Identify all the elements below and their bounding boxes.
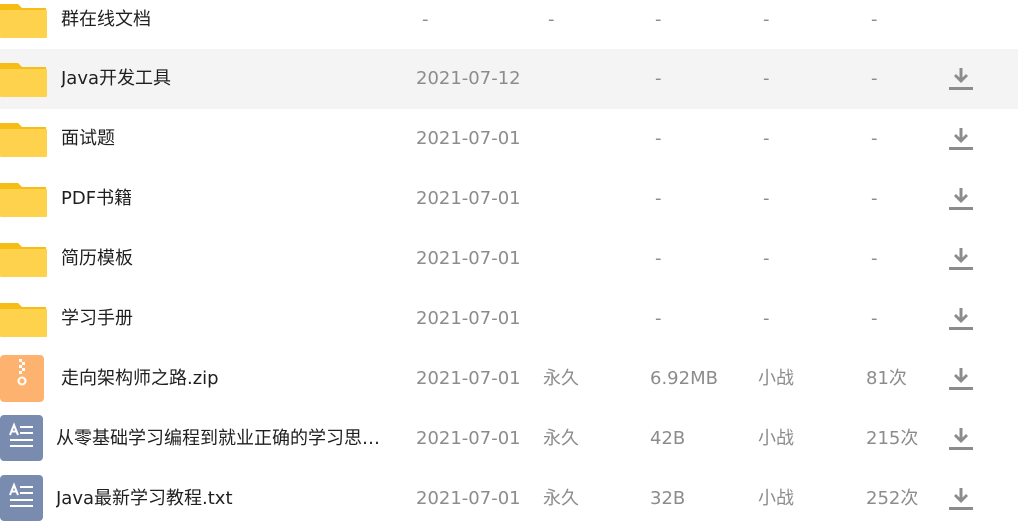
download-icon[interactable] [948,126,974,152]
owner-cell: - [763,308,770,329]
download-icon[interactable] [948,486,974,512]
date-cell: 2021-07-01 [416,368,521,389]
date-cell: 2021-07-01 [416,188,521,209]
zip-file-icon [0,355,44,402]
download-count-cell: - [871,248,878,269]
size-cell: - [655,188,662,209]
table-row[interactable]: 从零基础学习编程到就业正确的学习思… 2021-07-01 永久 42B 小战 … [0,409,1018,469]
table-row[interactable]: 走向架构师之路.zip 2021-07-01 永久 6.92MB 小战 81次 [0,349,1018,409]
txt-file-icon [0,475,43,521]
date-cell: 2021-07-01 [416,488,521,509]
download-count-cell: - [871,188,878,209]
download-count-cell: - [871,9,878,30]
table-row[interactable]: Java开发工具 2021-07-12 - - - [0,49,1018,109]
download-icon[interactable] [948,186,974,212]
file-name[interactable]: 学习手册 [61,289,133,349]
download-count-cell: - [871,128,878,149]
owner-cell: - [763,128,770,149]
download-count-cell: - [871,308,878,329]
file-name[interactable]: Java开发工具 [61,49,171,109]
download-icon[interactable] [948,246,974,272]
owner-cell: - [763,188,770,209]
txt-file-icon [0,415,43,461]
size-cell: 42B [650,428,686,449]
table-row[interactable]: 群在线文档 - - - - - [0,0,1018,50]
folder-icon [0,183,47,217]
size-cell: - [655,308,662,329]
table-row[interactable]: 简历模板 2021-07-01 - - - [0,229,1018,289]
file-name[interactable]: Java最新学习教程.txt [56,469,233,529]
download-count-cell: - [871,68,878,89]
download-count-cell: 215次 [866,428,919,449]
size-cell: - [655,68,662,89]
owner-cell: - [763,248,770,269]
date-cell: 2021-07-01 [416,308,521,329]
file-list: 群在线文档 - - - - - Java开发工具 2021-07-12 - - … [0,0,1018,529]
table-row[interactable]: 学习手册 2021-07-01 - - - [0,289,1018,349]
size-cell: - [655,248,662,269]
table-row[interactable]: Java最新学习教程.txt 2021-07-01 永久 32B 小战 252次 [0,469,1018,529]
expire-cell: 永久 [543,428,579,449]
date-cell: 2021-07-01 [416,428,521,449]
file-name[interactable]: 简历模板 [61,229,133,289]
download-icon[interactable] [948,366,974,392]
folder-icon [0,63,47,97]
folder-icon [0,243,47,277]
table-row[interactable]: 面试题 2021-07-01 - - - [0,109,1018,169]
file-name[interactable]: 群在线文档 [61,0,151,50]
folder-icon [0,4,47,38]
download-icon[interactable] [948,426,974,452]
size-cell: - [655,128,662,149]
size-cell: 32B [650,488,686,509]
folder-icon [0,123,47,157]
owner-cell: 小战 [758,368,794,389]
file-name[interactable]: PDF书籍 [61,169,132,229]
table-row[interactable]: PDF书籍 2021-07-01 - - - [0,169,1018,229]
file-name[interactable]: 走向架构师之路.zip [61,349,219,409]
expire-cell: - [548,9,555,30]
owner-cell: 小战 [758,488,794,509]
owner-cell: - [763,68,770,89]
date-cell: 2021-07-12 [416,68,521,89]
download-icon[interactable] [948,66,974,92]
download-count-cell: 252次 [866,488,919,509]
date-cell: 2021-07-01 [416,128,521,149]
owner-cell: 小战 [758,428,794,449]
owner-cell: - [763,9,770,30]
file-name[interactable]: 面试题 [61,109,115,169]
download-count-cell: 81次 [866,368,907,389]
folder-icon [0,303,47,337]
file-name[interactable]: 从零基础学习编程到就业正确的学习思… [56,409,380,469]
date-cell: 2021-07-01 [416,248,521,269]
date-cell: - [422,9,429,30]
download-icon[interactable] [948,306,974,332]
size-cell: 6.92MB [650,368,718,389]
expire-cell: 永久 [543,488,579,509]
size-cell: - [655,9,662,30]
expire-cell: 永久 [543,368,579,389]
